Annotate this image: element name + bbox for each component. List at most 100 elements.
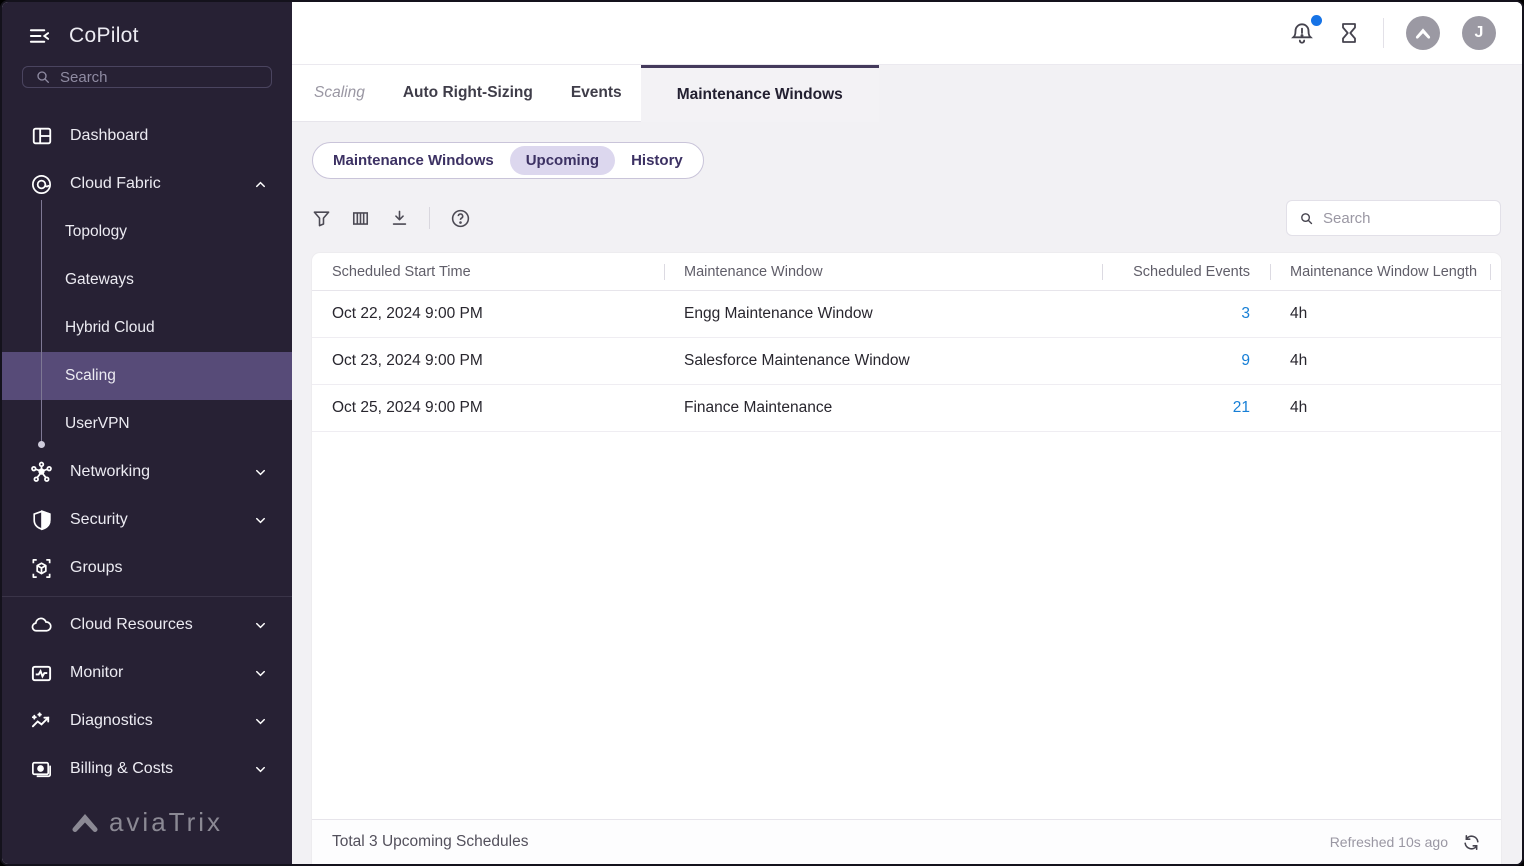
segment-upcoming[interactable]: Upcoming (510, 146, 615, 175)
tab-auto-right-sizing[interactable]: Auto Right-Sizing (384, 65, 552, 122)
sidebar-item-label: Dashboard (70, 127, 268, 145)
collapse-menu-icon[interactable] (28, 25, 51, 48)
scheduled-events-link[interactable]: 9 (1241, 352, 1250, 369)
tab-bar: Scaling Auto Right-Sizing Events Mainten… (292, 65, 1522, 122)
total-count-text: Total 3 Upcoming Schedules (332, 833, 528, 851)
sidebar-item-uservpn[interactable]: UserVPN (2, 400, 292, 448)
sidebar-search[interactable] (22, 66, 272, 88)
chevron-up-icon[interactable] (253, 177, 268, 192)
column-header-scheduled-events[interactable]: Scheduled Events (1102, 264, 1270, 280)
groups-icon (30, 557, 53, 580)
content-area: Maintenance Windows Upcoming History (292, 122, 1522, 864)
cell-window-name: Salesforce Maintenance Window (664, 352, 1102, 370)
column-header-maintenance-window-length[interactable]: Maintenance Window Length (1270, 264, 1501, 280)
chevron-down-icon[interactable] (253, 762, 268, 777)
sidebar-item-monitor[interactable]: Monitor (2, 649, 292, 697)
tab-events[interactable]: Events (552, 65, 641, 122)
chevron-down-icon[interactable] (253, 714, 268, 729)
cell-scheduled-events: 21 (1102, 399, 1270, 417)
sidebar-item-diagnostics[interactable]: Diagnostics (2, 697, 292, 745)
app-title: CoPilot (69, 24, 139, 48)
segment-history[interactable]: History (615, 146, 699, 175)
aviatrix-logo-text: aviaTrix (109, 807, 223, 838)
sidebar-item-dashboard[interactable]: Dashboard (2, 112, 292, 160)
monitor-icon (30, 662, 53, 685)
billing-icon (30, 758, 53, 781)
sidebar-item-label: Monitor (70, 664, 236, 682)
cell-start-time: Oct 23, 2024 9:00 PM (312, 352, 664, 370)
scheduled-events-link[interactable]: 21 (1233, 399, 1250, 416)
help-icon[interactable] (450, 208, 471, 229)
networking-icon (30, 461, 53, 484)
chevron-down-icon[interactable] (253, 618, 268, 633)
cloud-fabric-subnav: Topology Gateways Hybrid Cloud Scaling U… (2, 208, 292, 448)
sidebar-item-label: Groups (70, 559, 268, 577)
search-icon (35, 69, 51, 85)
cell-window-name: Engg Maintenance Window (664, 305, 1102, 323)
refreshed-timestamp: Refreshed 10s ago (1330, 834, 1448, 850)
toolbar-divider (429, 207, 430, 229)
sidebar-subitem-label: UserVPN (65, 415, 130, 433)
table-row: Oct 22, 2024 9:00 PM Engg Maintenance Wi… (312, 291, 1501, 338)
scheduled-events-link[interactable]: 3 (1241, 305, 1250, 322)
security-icon (30, 509, 53, 532)
cloud-resources-icon (30, 614, 53, 637)
sidebar-item-label: Networking (70, 463, 236, 481)
sidebar-header: CoPilot (2, 2, 292, 56)
cell-window-length: 4h (1270, 352, 1501, 370)
aviatrix-logo: aviaTrix (2, 793, 292, 864)
chevron-down-icon[interactable] (253, 513, 268, 528)
download-icon[interactable] (390, 209, 409, 228)
columns-icon[interactable] (351, 209, 370, 228)
sidebar-item-cloud-fabric[interactable]: Cloud Fabric (2, 160, 292, 208)
diagnostics-icon (30, 710, 53, 733)
search-icon (1299, 211, 1314, 226)
chevron-down-icon[interactable] (253, 666, 268, 681)
sidebar-item-label: Diagnostics (70, 712, 236, 730)
sidebar-item-security[interactable]: Security (2, 496, 292, 544)
sidebar-search-input[interactable] (60, 69, 259, 86)
hourglass-tasks-icon[interactable] (1337, 20, 1361, 46)
sidebar-subitem-label: Gateways (65, 271, 134, 289)
topbar-divider (1383, 18, 1384, 48)
sidebar-item-billing-costs[interactable]: Billing & Costs (2, 745, 292, 793)
table-search-input[interactable] (1323, 210, 1488, 227)
sidebar-item-cloud-resources[interactable]: Cloud Resources (2, 601, 292, 649)
notifications-bell-icon[interactable] (1289, 20, 1315, 46)
toolbar-icons (312, 207, 471, 229)
cell-scheduled-events: 3 (1102, 305, 1270, 323)
table-empty-space (312, 432, 1501, 819)
tab-maintenance-windows[interactable]: Maintenance Windows (641, 65, 879, 122)
segment-maintenance-windows[interactable]: Maintenance Windows (317, 146, 510, 175)
table-footer: Total 3 Upcoming Schedules Refreshed 10s… (312, 819, 1501, 864)
dashboard-icon (30, 125, 53, 148)
sidebar-item-networking[interactable]: Networking (2, 448, 292, 496)
chevron-down-icon[interactable] (253, 465, 268, 480)
table-header-row: Scheduled Start Time Maintenance Window … (312, 253, 1501, 291)
tab-scaling[interactable]: Scaling (292, 65, 384, 122)
sidebar-item-topology[interactable]: Topology (2, 208, 292, 256)
cell-window-name: Finance Maintenance (664, 399, 1102, 417)
cell-window-length: 4h (1270, 399, 1501, 417)
sidebar-item-label: Cloud Resources (70, 616, 236, 634)
maintenance-segmented-control: Maintenance Windows Upcoming History (312, 142, 704, 179)
app-window: CoPilot Dashboard Cloud Fabric (0, 0, 1524, 866)
filter-icon[interactable] (312, 209, 331, 228)
column-header-maintenance-window[interactable]: Maintenance Window (664, 264, 1102, 280)
aviatrix-mark-icon (71, 812, 99, 834)
tab-bar-filler (879, 65, 1522, 122)
refresh-icon[interactable] (1462, 833, 1481, 852)
maintenance-table-card: Scheduled Start Time Maintenance Window … (312, 253, 1501, 864)
user-avatar[interactable]: J (1462, 16, 1496, 50)
cloud-fabric-icon (30, 173, 53, 196)
table-toolbar (312, 200, 1501, 236)
column-header-scheduled-start-time[interactable]: Scheduled Start Time (312, 264, 664, 280)
sidebar-subitem-label: Hybrid Cloud (65, 319, 155, 337)
sidebar-item-groups[interactable]: Groups (2, 544, 292, 592)
table-search[interactable] (1286, 200, 1501, 236)
sidebar-item-gateways[interactable]: Gateways (2, 256, 292, 304)
aviatrix-account-avatar[interactable] (1406, 16, 1440, 50)
cell-start-time: Oct 22, 2024 9:00 PM (312, 305, 664, 323)
sidebar-item-hybrid-cloud[interactable]: Hybrid Cloud (2, 304, 292, 352)
sidebar-item-scaling[interactable]: Scaling (2, 352, 292, 400)
